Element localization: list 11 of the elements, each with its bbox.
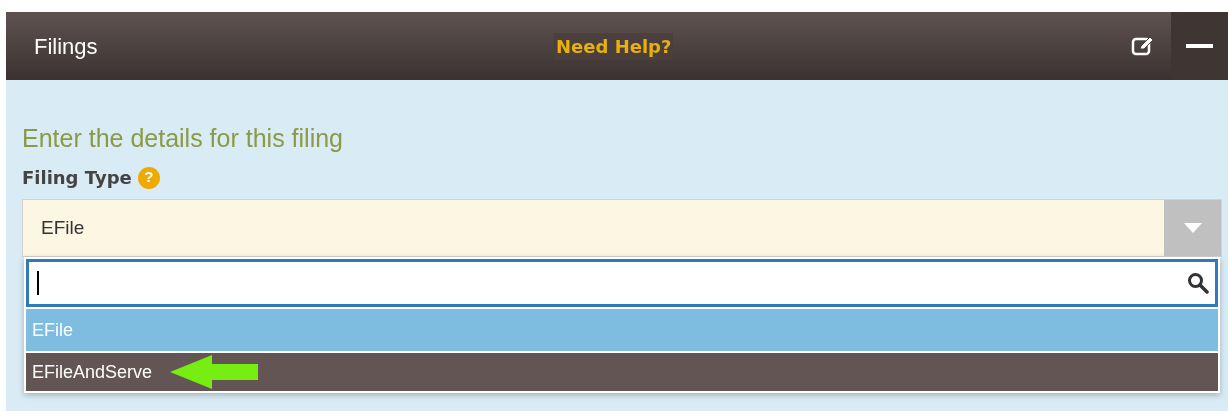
edit-icon[interactable] bbox=[1131, 35, 1155, 57]
field-label: Filing Type bbox=[22, 166, 132, 190]
form-heading: Enter the details for this filing bbox=[22, 123, 344, 154]
filing-type-select[interactable]: EFile bbox=[22, 199, 1222, 257]
search-icon bbox=[1187, 272, 1209, 294]
dropdown-option[interactable]: EFileAndServe bbox=[26, 353, 1218, 391]
minimize-button[interactable] bbox=[1171, 12, 1228, 80]
search-field[interactable] bbox=[26, 259, 1218, 307]
selected-value: EFile bbox=[40, 215, 86, 240]
panel-title: Filings bbox=[34, 32, 99, 61]
help-link[interactable]: Need Help? bbox=[554, 32, 674, 60]
